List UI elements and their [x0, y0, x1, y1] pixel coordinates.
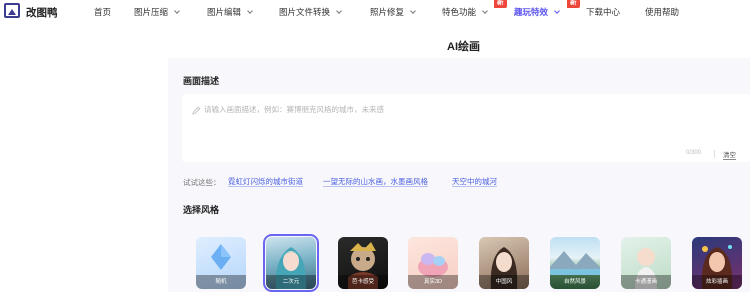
pencil-icon — [192, 106, 201, 115]
clear-button[interactable]: 清空 — [723, 149, 736, 160]
style-label: 中国风 — [479, 275, 529, 289]
style-card-cartoon[interactable]: 卡通漫画 — [621, 237, 671, 289]
nav-item-label: 照片修复 — [370, 7, 405, 17]
style-label: 真实3D — [408, 275, 458, 289]
style-card-anime[interactable]: 二次元 — [263, 234, 319, 292]
style-card-baka[interactable]: 芭卡感受 — [338, 237, 388, 289]
style-label: 芭卡感受 — [338, 275, 388, 289]
brand-name[interactable]: 改图鸭 — [26, 5, 58, 20]
suggestion-link[interactable]: 一望无际的山水画，水墨画风格 — [323, 177, 428, 187]
nav-item-label: 趣玩特效 — [514, 7, 549, 17]
prompt-section-label: 画面描述 — [183, 76, 220, 86]
style-card-random[interactable]: 随机 — [196, 237, 246, 289]
crystal-icon — [211, 244, 231, 270]
nav-item-label: 图片文件转换 — [279, 7, 331, 17]
style-label: 炫彩插画 — [692, 275, 742, 289]
nav-item-convert[interactable]: 图片文件转换 — [279, 6, 342, 18]
suggestion-link[interactable]: 霓虹灯闪烁的城市街道 — [228, 177, 303, 187]
style-label: 二次元 — [266, 275, 316, 289]
nav-item-features[interactable]: 特色功能 — [442, 6, 488, 18]
style-card-landscape[interactable]: 自然风景 — [550, 237, 600, 289]
page-title: AI绘画 — [447, 41, 480, 53]
nav-item-download[interactable]: 下载中心 — [586, 6, 620, 18]
nav-item-label: 首页 — [94, 7, 112, 17]
chevron-down-icon — [554, 8, 560, 14]
chevron-down-icon — [247, 8, 253, 14]
nav-item-label: 图片编辑 — [207, 7, 242, 17]
style-label: 自然风景 — [550, 275, 600, 289]
chevron-down-icon — [174, 8, 180, 14]
prompt-box[interactable]: 0/300 清空 — [182, 94, 750, 162]
nav-item-label: 使用帮助 — [645, 7, 680, 17]
top-navigation: 改图鸭 首页 图片压缩 图片编辑 图片文件转换 照片修复 特色功能 新 趣玩特效… — [0, 0, 750, 24]
style-card-chinese[interactable]: 中国风 — [479, 237, 529, 289]
new-badge: 新 — [494, 0, 507, 8]
style-label: 卡通漫画 — [621, 275, 671, 289]
logo-icon[interactable] — [4, 3, 20, 18]
nav-item-compress[interactable]: 图片压缩 — [134, 6, 180, 18]
chevron-down-icon — [336, 8, 342, 14]
nav-item-edit[interactable]: 图片编辑 — [207, 6, 253, 18]
suggestions-label: 试试这些： — [183, 178, 221, 187]
chevron-down-icon — [482, 8, 488, 14]
new-badge: 新 — [567, 0, 580, 8]
nav-item-restore[interactable]: 照片修复 — [370, 6, 416, 18]
style-label: 随机 — [196, 275, 246, 289]
nav-item-label: 图片压缩 — [134, 7, 169, 17]
character-counter: 0/300 — [686, 150, 702, 156]
divider — [714, 150, 715, 158]
nav-item-help[interactable]: 使用帮助 — [645, 6, 679, 18]
style-card-3d[interactable]: 真实3D — [408, 237, 458, 289]
suggestion-link[interactable]: 天空中的城河 — [452, 177, 497, 187]
nav-item-label: 下载中心 — [586, 7, 621, 17]
nav-item-home[interactable]: 首页 — [94, 6, 111, 18]
nav-item-fun-effects[interactable]: 趣玩特效 — [514, 6, 560, 18]
style-section-label: 选择风格 — [183, 205, 220, 215]
chevron-down-icon — [410, 8, 416, 14]
style-card-colorful[interactable]: 炫彩插画 — [692, 237, 742, 289]
nav-item-label: 特色功能 — [442, 7, 477, 17]
prompt-input[interactable] — [204, 105, 724, 114]
